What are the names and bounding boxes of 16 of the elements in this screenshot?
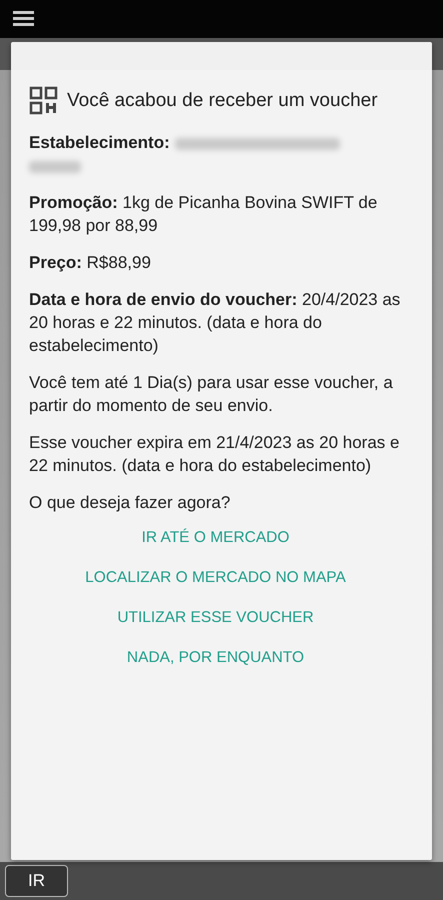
field-label: Estabelecimento: [29, 133, 170, 152]
field-text: Preço: R$88,99 [29, 252, 152, 274]
info-text: Você tem até 1 Dia(s) para usar esse voucher, a partir do momento de seu envio. [29, 372, 394, 417]
action-button[interactable]: UTILIZAR ESSE VOUCHER [29, 598, 402, 638]
blurred-value [29, 160, 81, 173]
dialog-title: Você acabou de receber um voucher [67, 89, 378, 112]
action-button[interactable]: IR ATÉ O MERCADO [29, 518, 402, 558]
field-text: Promoção: 1kg de Picanha Bovina SWIFT de 199,98 por 88,99 [29, 192, 378, 237]
action-button[interactable]: NADA, POR ENQUANTO [29, 638, 402, 678]
info-text: Esse voucher expira em 21/4/2023 as 20 horas e 22 minutos. (data e hora do estabelecimento) [29, 432, 400, 477]
action-button[interactable]: LOCALIZAR O MERCADO NO MAPA [29, 558, 402, 598]
field-text: Data e hora de envio do voucher: 20/4/2023 as 20 horas e 22 minutos. (data e hora do estabelecimento) [29, 289, 402, 357]
question-text: O que deseja fazer agora? [29, 492, 232, 514]
menu-icon[interactable] [13, 11, 34, 27]
go-button[interactable]: IR [5, 865, 68, 897]
qr-code-icon [29, 86, 58, 115]
